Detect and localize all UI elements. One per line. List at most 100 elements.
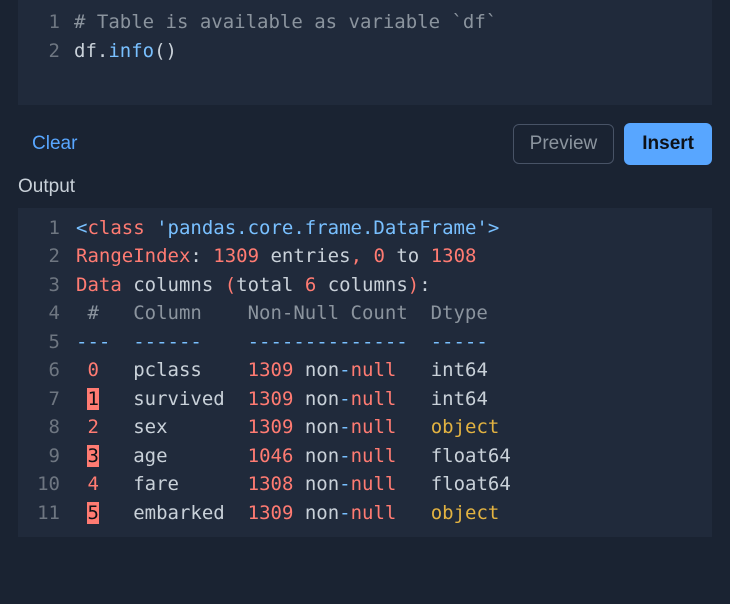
token — [76, 445, 87, 467]
output-line: 7 1 survived 1309 non-null int64 — [18, 385, 712, 414]
token: info — [108, 40, 154, 62]
line-number: 5 — [18, 328, 76, 357]
token: age — [99, 445, 248, 467]
line-content: df.info() — [74, 37, 712, 66]
line-number: 4 — [18, 299, 76, 328]
token — [499, 502, 510, 524]
token: fare — [99, 473, 248, 495]
line-content: 1 survived 1309 non-null int64 — [76, 385, 712, 414]
token: non — [293, 445, 339, 467]
line-content: <class 'pandas.core.frame.DataFrame'> — [76, 214, 712, 243]
token: survived — [99, 388, 248, 410]
line-number: 11 — [18, 499, 76, 528]
preview-button[interactable]: Preview — [513, 124, 615, 164]
token: non — [293, 416, 339, 438]
token: int64 — [396, 388, 510, 410]
clear-button[interactable]: Clear — [24, 129, 85, 159]
token: 1309 — [248, 502, 294, 524]
line-content: 2 sex 1309 non-null object — [76, 413, 712, 442]
token: null — [351, 388, 397, 410]
token: df — [74, 40, 97, 62]
token: Data — [76, 274, 122, 296]
token: 0 — [87, 359, 98, 381]
token: entries — [259, 245, 351, 267]
token: - — [339, 416, 350, 438]
token: : — [419, 274, 430, 296]
output-line: 11 5 embarked 1309 non-null object — [18, 499, 712, 528]
line-content: Data columns (total 6 columns): — [76, 271, 712, 300]
line-content: # Table is available as variable `df` — [74, 8, 712, 37]
line-number: 7 — [18, 385, 76, 414]
token: columns — [316, 274, 408, 296]
token: --- ------ -------------- ----- — [76, 331, 511, 353]
token: non — [293, 502, 339, 524]
token — [76, 502, 87, 524]
line-number: 9 — [18, 442, 76, 471]
code-line: 2df.info() — [18, 37, 712, 66]
line-content: 0 pclass 1309 non-null int64 — [76, 356, 712, 385]
token: < — [76, 217, 87, 239]
token: () — [154, 40, 177, 62]
token — [499, 416, 510, 438]
line-number: 8 — [18, 413, 76, 442]
line-number: 6 — [18, 356, 76, 385]
output-line: 5--- ------ -------------- ----- — [18, 328, 712, 357]
token: ) — [408, 274, 419, 296]
code-editor[interactable]: 1# Table is available as variable `df`2d… — [18, 0, 712, 105]
output-line: 2RangeIndex: 1309 entries, 0 to 1308 — [18, 242, 712, 271]
token: - — [339, 502, 350, 524]
token: object — [431, 502, 500, 524]
token: ( — [225, 274, 236, 296]
line-number: 1 — [18, 8, 74, 37]
line-number: 2 — [18, 37, 74, 66]
token: null — [351, 359, 397, 381]
token: 4 — [87, 473, 98, 495]
output-line: 9 3 age 1046 non-null float64 — [18, 442, 712, 471]
insert-button[interactable]: Insert — [624, 123, 712, 165]
token: 1309 — [248, 388, 294, 410]
token: : — [190, 245, 213, 267]
token: # Column Non-Null Count Dtype — [76, 302, 511, 324]
token: pclass — [99, 359, 248, 381]
token: , — [351, 245, 362, 267]
line-content: --- ------ -------------- ----- — [76, 328, 712, 357]
output-panel: 1<class 'pandas.core.frame.DataFrame'>2R… — [18, 208, 712, 538]
token: # Table is available as variable `df` — [74, 11, 497, 33]
token: 'pandas.core.frame.DataFrame'> — [145, 217, 500, 239]
token: - — [339, 359, 350, 381]
token: 1308 — [248, 473, 294, 495]
token: null — [351, 445, 397, 467]
token: class — [87, 217, 144, 239]
output-line: 8 2 sex 1309 non-null object — [18, 413, 712, 442]
token: 5 — [87, 502, 98, 524]
line-content: RangeIndex: 1309 entries, 0 to 1308 — [76, 242, 712, 271]
line-content: 4 fare 1308 non-null float64 — [76, 470, 712, 499]
token: null — [351, 473, 397, 495]
token: 1309 — [248, 416, 294, 438]
line-number: 3 — [18, 271, 76, 300]
token: 1 — [87, 388, 98, 410]
code-line: 1# Table is available as variable `df` — [18, 8, 712, 37]
output-line: 3Data columns (total 6 columns): — [18, 271, 712, 300]
token — [396, 502, 430, 524]
token: non — [293, 473, 339, 495]
line-number: 2 — [18, 242, 76, 271]
line-content: 3 age 1046 non-null float64 — [76, 442, 712, 471]
token: 1046 — [248, 445, 294, 467]
token: - — [339, 388, 350, 410]
token: embarked — [99, 502, 248, 524]
token: 3 — [87, 445, 98, 467]
token: null — [351, 502, 397, 524]
token: to — [385, 245, 431, 267]
token: 2 — [87, 416, 98, 438]
token — [76, 388, 87, 410]
token: sex — [99, 416, 248, 438]
output-line: 6 0 pclass 1309 non-null int64 — [18, 356, 712, 385]
token: - — [339, 473, 350, 495]
token: 1309 — [213, 245, 259, 267]
token — [76, 359, 87, 381]
line-content: 5 embarked 1309 non-null object — [76, 499, 712, 528]
token: non — [293, 388, 339, 410]
token: object — [431, 416, 500, 438]
output-line: 10 4 fare 1308 non-null float64 — [18, 470, 712, 499]
